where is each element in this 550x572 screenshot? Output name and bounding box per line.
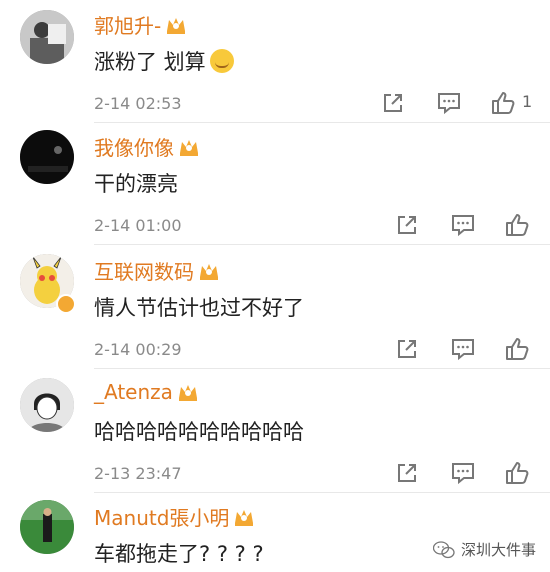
verified-badge-icon [56,294,76,314]
timestamp: 2-14 01:00 [94,216,182,235]
comment-text: 涨粉了 划算 [94,46,234,76]
vip-crown-icon [177,382,199,402]
divider [94,244,550,245]
comment-text: 哈哈哈哈哈哈哈哈哈哈 [94,420,304,444]
divider [94,368,550,369]
avatar[interactable] [20,10,74,64]
like-icon[interactable] [504,212,530,238]
username[interactable]: 互联网数码 [94,256,220,285]
vip-crown-icon [233,507,255,527]
watermark: 深圳大件事 [432,539,536,560]
vip-crown-icon [198,261,220,281]
vip-crown-icon [165,15,187,35]
timestamp: 2-14 00:29 [94,340,182,359]
like-icon[interactable] [504,460,530,486]
divider [94,492,550,493]
vip-crown-icon [178,137,200,157]
username[interactable]: 郭旭升- [94,10,187,39]
watermark-label: 深圳大件事 [460,541,536,559]
timestamp: 2-14 02:53 [94,94,182,113]
username[interactable]: Manutd張小明 [94,502,255,531]
reply-icon[interactable] [436,90,462,116]
like-icon[interactable] [504,336,530,362]
username[interactable]: 我像你像 [94,132,200,161]
reply-icon[interactable] [450,460,476,486]
share-icon[interactable] [394,460,420,486]
avatar[interactable] [20,378,74,432]
comment-text: 干的漂亮 [94,172,178,196]
share-icon[interactable] [394,336,420,362]
comment-text: 车都拖走了? ? ? ? [94,542,264,566]
avatar[interactable] [20,500,74,554]
timestamp: 2-13 23:47 [94,464,182,483]
like-count: 1 [522,92,533,111]
like-icon[interactable] [490,90,516,116]
share-icon[interactable] [380,90,406,116]
share-icon[interactable] [394,212,420,238]
avatar[interactable] [20,130,74,184]
reply-icon[interactable] [450,212,476,238]
wechat-icon [432,540,455,559]
divider [94,122,550,123]
clapping-emoji-icon [209,49,234,73]
reply-icon[interactable] [450,336,476,362]
username[interactable]: _Atenza [94,380,199,404]
comment-text: 情人节估计也过不好了 [94,296,304,320]
